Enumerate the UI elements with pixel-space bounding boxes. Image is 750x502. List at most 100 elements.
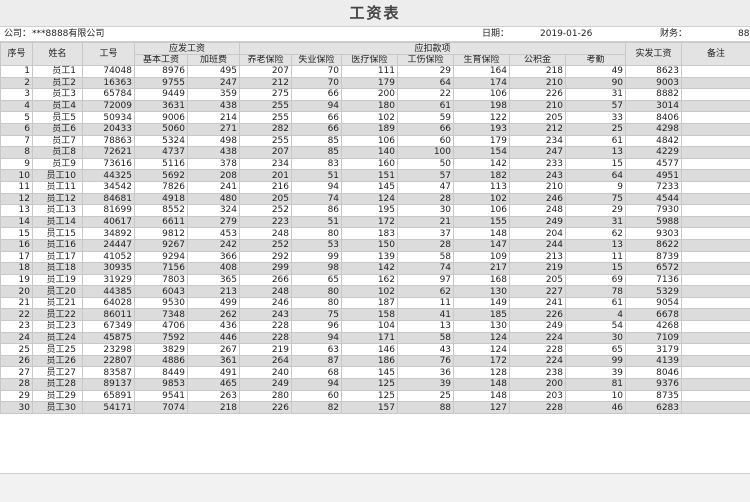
seq-cell[interactable]: 20 [1,286,33,298]
fund-cell[interactable]: 224 [510,332,566,344]
net-salary-cell[interactable]: 4951 [626,170,682,182]
base-salary-cell[interactable]: 9755 [135,77,188,89]
pension-cell[interactable]: 275 [240,89,292,101]
maternity-cell[interactable]: 106 [454,205,510,217]
remark-cell[interactable] [682,228,750,240]
pension-cell[interactable]: 248 [240,228,292,240]
net-salary-cell[interactable]: 6283 [626,402,682,414]
seq-cell[interactable]: 22 [1,309,33,321]
fund-cell[interactable]: 219 [510,263,566,275]
unemployment-cell[interactable]: 51 [292,216,342,228]
name-cell[interactable]: 员工14 [33,216,83,228]
seq-cell[interactable]: 11 [1,181,33,193]
id-cell[interactable]: 23298 [83,344,135,356]
base-salary-cell[interactable]: 9530 [135,297,188,309]
maternity-cell[interactable]: 109 [454,251,510,263]
name-cell[interactable]: 员工11 [33,181,83,193]
medical-cell[interactable]: 124 [342,193,398,205]
net-salary-cell[interactable]: 3179 [626,344,682,356]
medical-cell[interactable]: 139 [342,251,398,263]
unemployment-cell[interactable]: 94 [292,100,342,112]
injury-cell[interactable]: 36 [398,367,454,379]
medical-cell[interactable]: 146 [342,344,398,356]
medical-cell[interactable]: 195 [342,205,398,217]
attendance-cell[interactable]: 99 [566,355,626,367]
remark-cell[interactable] [682,135,750,147]
injury-cell[interactable]: 88 [398,402,454,414]
medical-cell[interactable]: 158 [342,309,398,321]
seq-cell[interactable]: 10 [1,170,33,182]
seq-cell[interactable]: 1 [1,66,33,78]
net-salary-cell[interactable]: 4298 [626,123,682,135]
seq-cell[interactable]: 26 [1,355,33,367]
attendance-cell[interactable]: 25 [566,123,626,135]
net-salary-cell[interactable]: 5329 [626,286,682,298]
unemployment-cell[interactable]: 94 [292,379,342,391]
fund-cell[interactable]: 200 [510,379,566,391]
maternity-cell[interactable]: 128 [454,367,510,379]
seq-cell[interactable]: 8 [1,147,33,159]
attendance-cell[interactable]: 13 [566,239,626,251]
maternity-cell[interactable]: 142 [454,158,510,170]
attendance-cell[interactable]: 69 [566,274,626,286]
id-cell[interactable]: 44385 [83,286,135,298]
seq-cell[interactable]: 30 [1,402,33,414]
seq-cell[interactable]: 25 [1,344,33,356]
injury-cell[interactable]: 61 [398,100,454,112]
name-cell[interactable]: 员工5 [33,112,83,124]
fund-cell[interactable]: 226 [510,89,566,101]
unemployment-cell[interactable]: 70 [292,66,342,78]
injury-cell[interactable]: 39 [398,379,454,391]
remark-cell[interactable] [682,123,750,135]
net-salary-cell[interactable]: 7136 [626,274,682,286]
maternity-cell[interactable]: 102 [454,193,510,205]
net-salary-cell[interactable]: 4577 [626,158,682,170]
overtime-cell[interactable]: 365 [188,274,240,286]
name-cell[interactable]: 员工30 [33,402,83,414]
seq-cell[interactable]: 3 [1,89,33,101]
unemployment-cell[interactable]: 75 [292,309,342,321]
overtime-cell[interactable]: 366 [188,251,240,263]
unemployment-cell[interactable]: 70 [292,77,342,89]
name-cell[interactable]: 员工16 [33,239,83,251]
overtime-cell[interactable]: 446 [188,332,240,344]
unemployment-cell[interactable]: 63 [292,344,342,356]
name-cell[interactable]: 员工18 [33,263,83,275]
net-salary-cell[interactable]: 4544 [626,193,682,205]
overtime-cell[interactable]: 480 [188,193,240,205]
base-salary-cell[interactable]: 5324 [135,135,188,147]
id-cell[interactable]: 40617 [83,216,135,228]
base-salary-cell[interactable]: 7826 [135,181,188,193]
attendance-cell[interactable]: 61 [566,297,626,309]
maternity-cell[interactable]: 147 [454,239,510,251]
id-cell[interactable]: 34892 [83,228,135,240]
maternity-cell[interactable]: 130 [454,321,510,333]
base-salary-cell[interactable]: 9006 [135,112,188,124]
remark-cell[interactable] [682,344,750,356]
fund-cell[interactable]: 203 [510,390,566,402]
name-cell[interactable]: 员工17 [33,251,83,263]
name-cell[interactable]: 员工8 [33,147,83,159]
name-cell[interactable]: 员工13 [33,205,83,217]
attendance-cell[interactable]: 29 [566,205,626,217]
injury-cell[interactable]: 21 [398,216,454,228]
id-cell[interactable]: 45875 [83,332,135,344]
base-salary-cell[interactable]: 9812 [135,228,188,240]
unemployment-cell[interactable]: 74 [292,193,342,205]
unemployment-cell[interactable]: 85 [292,135,342,147]
base-salary-cell[interactable]: 4886 [135,355,188,367]
fund-cell[interactable]: 247 [510,147,566,159]
pension-cell[interactable]: 255 [240,112,292,124]
base-salary-cell[interactable]: 3829 [135,344,188,356]
injury-cell[interactable]: 50 [398,158,454,170]
pension-cell[interactable]: 226 [240,402,292,414]
remark-cell[interactable] [682,402,750,414]
pension-cell[interactable]: 292 [240,251,292,263]
maternity-cell[interactable]: 122 [454,112,510,124]
overtime-cell[interactable]: 208 [188,170,240,182]
name-cell[interactable]: 员工25 [33,344,83,356]
pension-cell[interactable]: 264 [240,355,292,367]
remark-cell[interactable] [682,170,750,182]
remark-cell[interactable] [682,274,750,286]
id-cell[interactable]: 44325 [83,170,135,182]
